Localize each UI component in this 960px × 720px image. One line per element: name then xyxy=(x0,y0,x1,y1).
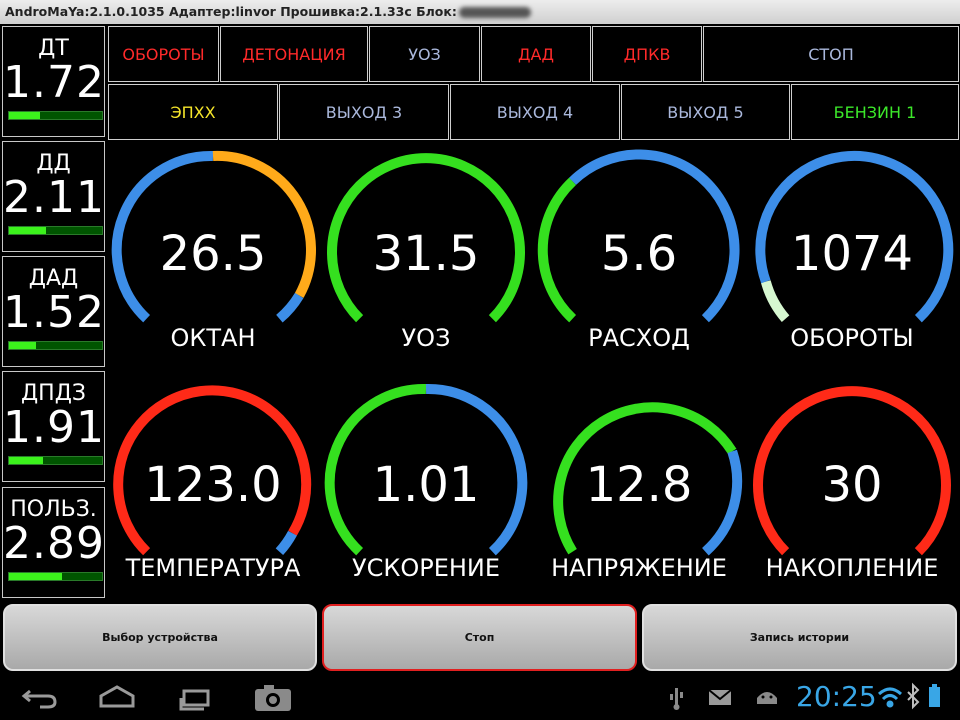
sensor-tile-dt[interactable]: ДТ 1.72 xyxy=(2,26,105,137)
status-label: ДПКВ xyxy=(623,44,671,64)
status-output-3[interactable]: ВЫХОД 3 xyxy=(279,84,449,140)
sensor-level-bar xyxy=(8,456,103,465)
status-label: ВЫХОД 4 xyxy=(496,102,574,122)
gauge-acceleration-value: 1.01 xyxy=(372,457,480,513)
home-icon xyxy=(99,685,135,708)
sensor-tile-dd[interactable]: ДД 2.11 xyxy=(2,141,105,252)
recent-apps-icon xyxy=(179,689,210,711)
status-label: ДАД xyxy=(518,44,554,64)
status-label: ВЫХОД 3 xyxy=(325,102,403,122)
sensor-value: 1.72 xyxy=(3,57,105,108)
sensor-value: 1.52 xyxy=(3,287,105,338)
select-device-button[interactable]: Выбор устройства xyxy=(3,604,317,671)
status-fuel-1[interactable]: БЕНЗИН 1 xyxy=(791,84,959,140)
status-crank-sensor[interactable]: ДПКВ xyxy=(592,26,702,82)
sensor-level-bar xyxy=(8,572,103,581)
sensor-tile-dpdz[interactable]: ДПДЗ 1.91 xyxy=(2,371,105,482)
status-output-4[interactable]: ВЫХОД 4 xyxy=(450,84,620,140)
title-text: AndroMaYa:2.1.0.1035 Адаптер:linvor Прош… xyxy=(5,4,457,19)
status-ignition-timing[interactable]: УОЗ xyxy=(369,26,480,82)
gauge-acceleration-name: УСКОРЕНИЕ xyxy=(351,554,501,582)
sensor-tile-user[interactable]: ПОЛЬЗ. 2.89 xyxy=(2,487,105,598)
status-clock: 20:25 xyxy=(796,680,877,713)
sensor-value: 2.89 xyxy=(3,518,105,569)
gauge-ignition-timing-value: 31.5 xyxy=(372,226,480,282)
status-label: ДЕТОНАЦИЯ xyxy=(242,44,346,64)
status-label: ЭПХХ xyxy=(170,102,216,122)
usb-icon xyxy=(670,688,683,710)
sensor-level-bar xyxy=(8,111,103,120)
battery-icon xyxy=(929,684,940,707)
sensor-tile-dad[interactable]: ДАД 1.52 xyxy=(2,256,105,367)
sensor-level-bar xyxy=(8,226,103,235)
wifi-icon xyxy=(877,687,903,708)
gauge-octane-value: 26.5 xyxy=(159,226,267,282)
status-idle-valve[interactable]: ЭПХХ xyxy=(108,84,278,140)
gauge-rpm-name: ОБОРОТЫ xyxy=(790,324,914,352)
gauge-accumulation-value: 30 xyxy=(821,457,883,513)
status-knock[interactable]: ДЕТОНАЦИЯ xyxy=(220,26,368,82)
sensor-value: 1.91 xyxy=(3,402,105,453)
status-label: СТОП xyxy=(808,44,854,64)
gauge-ignition-timing-name: УОЗ xyxy=(401,324,451,352)
status-stop[interactable]: СТОП xyxy=(703,26,959,82)
bluetooth-icon xyxy=(907,682,920,710)
status-output-5[interactable]: ВЫХОД 5 xyxy=(621,84,790,140)
gauge-temperature-name: ТЕМПЕРАТУРА xyxy=(125,554,301,582)
gauge-consumption-value: 5.6 xyxy=(600,226,678,282)
status-rpm[interactable]: ОБОРОТЫ xyxy=(108,26,219,82)
sensor-value: 2.11 xyxy=(3,172,105,223)
gauges-panel xyxy=(111,149,954,556)
mail-icon xyxy=(708,689,732,705)
android-debug-icon xyxy=(757,692,777,704)
status-map-sensor[interactable]: ДАД xyxy=(481,26,591,82)
status-label: УОЗ xyxy=(408,44,441,64)
button-label: Выбор устройства xyxy=(102,631,218,644)
back-icon xyxy=(21,689,57,709)
stop-button[interactable]: Стоп xyxy=(322,604,637,671)
screenshot-camera-icon xyxy=(255,685,291,711)
sensor-level-bar xyxy=(8,341,103,350)
gauge-rpm-value: 1074 xyxy=(790,226,914,282)
button-label: Запись истории xyxy=(749,631,850,644)
gauge-octane-name: ОКТАН xyxy=(170,324,256,352)
button-label: Стоп xyxy=(464,631,495,644)
gauge-consumption-name: РАСХОД xyxy=(588,324,690,352)
title-bar: AndroMaYa:2.1.0.1035 Адаптер:linvor Прош… xyxy=(0,0,960,24)
status-label: ВЫХОД 5 xyxy=(667,102,744,122)
status-label: БЕНЗИН 1 xyxy=(833,102,917,122)
gauge-voltage-value: 12.8 xyxy=(585,457,693,513)
gauge-voltage-name: НАПРЯЖЕНИЕ xyxy=(551,554,727,582)
gauge-temperature-value: 123.0 xyxy=(144,457,282,513)
record-history-button[interactable]: Запись истории xyxy=(642,604,957,671)
redacted-block-id xyxy=(458,7,531,18)
status-label: ОБОРОТЫ xyxy=(122,44,205,64)
gauge-accumulation-name: НАКОПЛЕНИЕ xyxy=(765,554,939,582)
